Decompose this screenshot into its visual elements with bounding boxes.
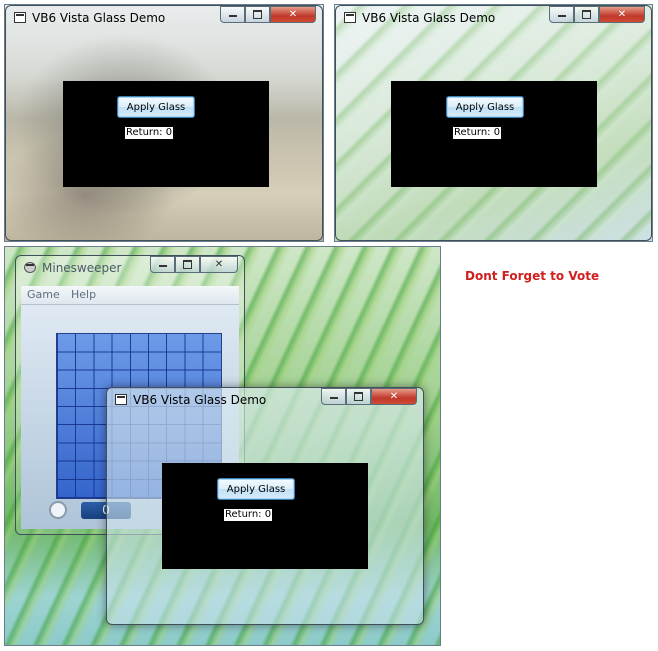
minimize-icon <box>329 397 338 399</box>
apply-glass-button[interactable]: Apply Glass <box>217 478 295 500</box>
screenshot-panel-2: VB6 Vista Glass Demo ✕ Apply Glass Retur… <box>334 4 653 242</box>
vista-glass-demo-window: VB6 Vista Glass Demo ✕ Apply Glass Retur… <box>106 387 424 625</box>
apply-glass-button[interactable]: Apply Glass <box>446 96 524 118</box>
return-label: Return: 0 <box>453 127 502 139</box>
screenshot-panel-1: VB6 Vista Glass Demo ✕ Apply Glass Retur… <box>4 4 324 242</box>
vista-glass-demo-window: VB6 Vista Glass Demo ✕ Apply Glass Retur… <box>5 5 323 241</box>
minimize-button[interactable] <box>549 6 574 23</box>
window-title: VB6 Vista Glass Demo <box>362 11 496 25</box>
stopwatch-icon <box>49 501 67 519</box>
minesweeper-icon[interactable] <box>24 262 36 273</box>
title-bar[interactable]: VB6 Vista Glass Demo ✕ <box>336 6 651 30</box>
maximize-button[interactable] <box>346 388 371 405</box>
close-button[interactable]: ✕ <box>200 256 238 273</box>
menu-bar: Game Help <box>21 286 239 305</box>
caption-buttons: ✕ <box>150 256 238 274</box>
return-label: Return: 0 <box>224 509 273 521</box>
apply-glass-button[interactable]: Apply Glass <box>117 96 195 118</box>
maximize-button[interactable] <box>175 256 200 273</box>
window-title: Minesweeper <box>42 261 122 275</box>
menu-item-help[interactable]: Help <box>71 288 96 301</box>
close-button[interactable]: ✕ <box>371 388 417 405</box>
maximize-button[interactable] <box>574 6 599 23</box>
minimize-button[interactable] <box>150 256 175 273</box>
caption-buttons: ✕ <box>549 6 645 24</box>
minimize-icon <box>158 265 167 267</box>
window-icon[interactable] <box>115 394 127 405</box>
menu-item-game[interactable]: Game <box>27 288 60 301</box>
close-icon: ✕ <box>617 9 627 20</box>
caption-buttons: ✕ <box>321 388 417 406</box>
maximize-button[interactable] <box>245 6 270 23</box>
window-title: VB6 Vista Glass Demo <box>133 393 267 407</box>
minimize-icon <box>557 15 566 17</box>
close-icon: ✕ <box>389 391 399 402</box>
client-area: Apply Glass Return: 0 <box>162 463 368 569</box>
minimize-button[interactable] <box>321 388 346 405</box>
maximize-icon <box>354 391 363 401</box>
maximize-icon <box>582 9 591 19</box>
title-bar[interactable]: VB6 Vista Glass Demo ✕ <box>6 6 322 30</box>
minimize-icon <box>228 15 237 17</box>
return-label: Return: 0 <box>125 127 174 139</box>
vote-reminder-text: Dont Forget to Vote <box>465 269 600 283</box>
window-title: VB6 Vista Glass Demo <box>32 11 166 25</box>
maximize-icon <box>183 259 192 269</box>
vista-glass-demo-window: VB6 Vista Glass Demo ✕ Apply Glass Retur… <box>335 5 652 241</box>
maximize-icon <box>253 9 262 19</box>
close-icon: ✕ <box>288 9 298 20</box>
close-button[interactable]: ✕ <box>270 6 316 23</box>
client-area: Apply Glass Return: 0 <box>63 81 269 187</box>
close-button[interactable]: ✕ <box>599 6 645 23</box>
close-icon: ✕ <box>214 259 224 270</box>
minimize-button[interactable] <box>220 6 245 23</box>
window-icon[interactable] <box>14 12 26 23</box>
client-area: Apply Glass Return: 0 <box>391 81 597 187</box>
caption-buttons: ✕ <box>220 6 316 24</box>
screenshot-panel-3: Minesweeper ✕ Game Help 0 VB6 Vista Glas… <box>4 246 441 646</box>
title-bar[interactable]: VB6 Vista Glass Demo ✕ <box>107 388 423 412</box>
window-icon[interactable] <box>344 12 356 23</box>
title-bar[interactable]: Minesweeper ✕ <box>16 256 244 280</box>
